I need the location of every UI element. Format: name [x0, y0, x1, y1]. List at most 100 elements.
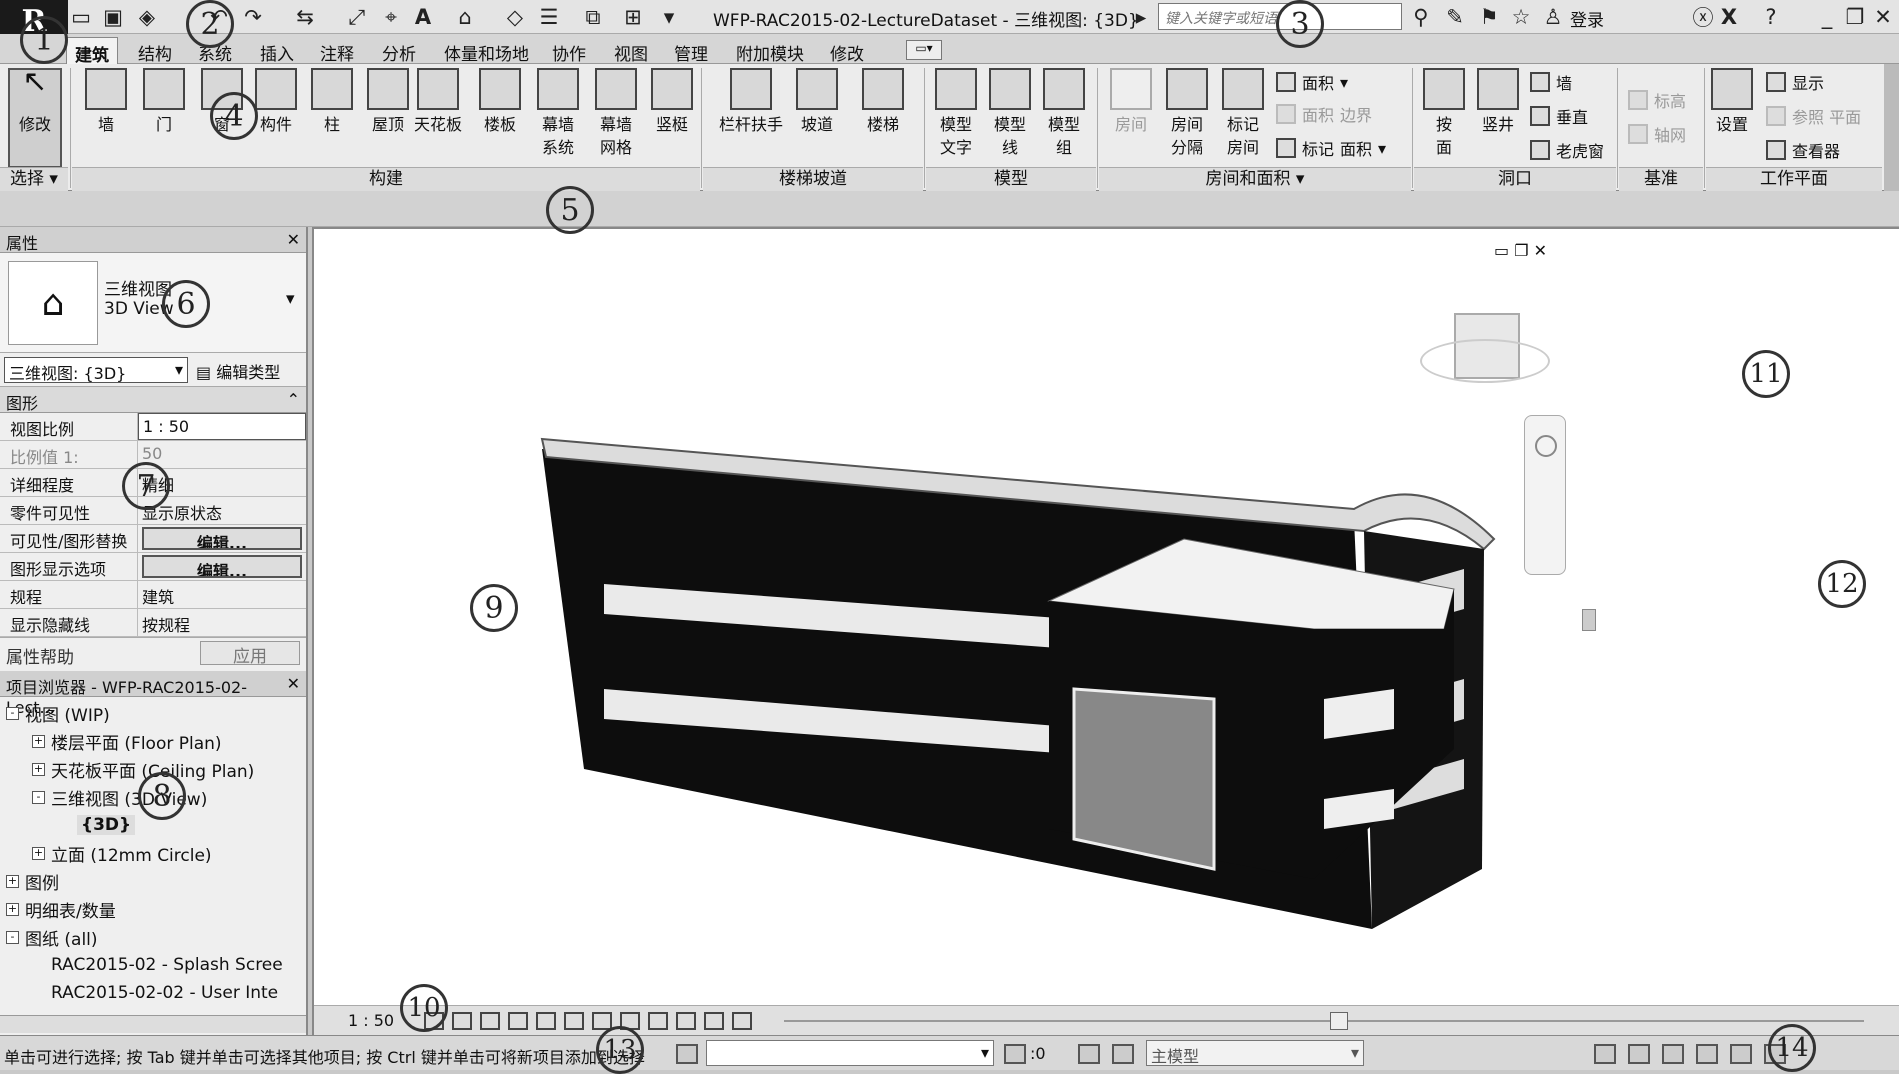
- edit-type-button[interactable]: ▤ 编辑类型: [196, 359, 280, 383]
- title-arrow-icon[interactable]: ▸: [1128, 4, 1154, 30]
- room-separator-button[interactable]: 房间 分隔: [1160, 68, 1214, 172]
- section-icon[interactable]: ◇: [502, 4, 528, 30]
- viewcube-ring[interactable]: [1420, 339, 1550, 383]
- panel-select[interactable]: 选择 ▾: [0, 167, 68, 191]
- close-hidden-icon[interactable]: ⧉: [580, 4, 606, 30]
- tab-architecture[interactable]: 建筑: [66, 37, 118, 66]
- open-icon[interactable]: ▭: [68, 4, 94, 30]
- steering-wheel-icon[interactable]: [1535, 435, 1557, 457]
- design-options-icon[interactable]: [1078, 1044, 1100, 1064]
- properties-help-link[interactable]: 属性帮助: [6, 643, 74, 668]
- type-selector[interactable]: ⌂ 三维视图 3D View ▾: [0, 253, 306, 353]
- login-link[interactable]: 登录: [1570, 6, 1604, 31]
- by-face-button[interactable]: 按面: [1418, 68, 1470, 172]
- analytical-model-icon[interactable]: [732, 1012, 752, 1030]
- crop-view-icon[interactable]: [564, 1012, 584, 1030]
- tree-item[interactable]: + 立面 (12mm Circle): [4, 839, 302, 867]
- collapse-icon[interactable]: -: [32, 790, 45, 804]
- tab-addins[interactable]: 附加模块: [728, 37, 812, 65]
- mullion-button[interactable]: 竖梃: [644, 68, 700, 172]
- model-group-button[interactable]: 模型组: [1038, 68, 1090, 172]
- room-button[interactable]: 房间: [1104, 68, 1158, 172]
- select-underlay-icon[interactable]: [1628, 1044, 1650, 1064]
- redo-icon[interactable]: ↷: [240, 4, 266, 30]
- expand-icon[interactable]: +: [32, 846, 45, 860]
- group-graphics[interactable]: 图形 ⌃: [0, 387, 306, 413]
- modify-button[interactable]: ↖ 修改: [8, 67, 62, 168]
- dimension-icon[interactable]: ⤢: [344, 4, 370, 30]
- tree-item[interactable]: + 图例: [4, 867, 302, 895]
- tab-collaborate[interactable]: 协作: [544, 37, 594, 65]
- wall-opening-button[interactable]: 墙: [1530, 68, 1572, 96]
- subscription-icon[interactable]: ✎: [1442, 4, 1468, 30]
- user-icon[interactable]: ♙: [1540, 4, 1566, 30]
- area-button[interactable]: 面积 ▾: [1276, 68, 1348, 96]
- tree-item[interactable]: RAC2015-02-02 - User Inte: [4, 979, 302, 1007]
- tab-analyze[interactable]: 分析: [374, 37, 424, 65]
- editable-icon[interactable]: [676, 1044, 698, 1064]
- set-workplane-button[interactable]: 设置: [1708, 68, 1756, 172]
- grid-button[interactable]: 轴网: [1628, 120, 1686, 148]
- tag-area-button[interactable]: 标记 面积 ▾: [1276, 134, 1386, 162]
- ribbon-toggle-icon[interactable]: ▭▾: [906, 40, 942, 60]
- close-browser-icon[interactable]: ✕: [287, 674, 300, 693]
- expand-icon[interactable]: +: [6, 874, 19, 888]
- tab-modify[interactable]: 修改: [822, 37, 872, 65]
- area-boundary-button[interactable]: 面积 边界: [1276, 100, 1372, 128]
- tree-item[interactable]: - 图纸 (all): [4, 923, 302, 951]
- dormer-opening-button[interactable]: 老虎窗: [1530, 136, 1604, 164]
- 3d-view-icon[interactable]: ⌂: [452, 4, 478, 30]
- view-scale[interactable]: 1 : 50: [348, 1011, 394, 1030]
- favorites-icon[interactable]: ☆: [1508, 4, 1534, 30]
- column-button[interactable]: 柱: [304, 68, 360, 172]
- help-icon[interactable]: ?: [1758, 4, 1784, 30]
- tree-item[interactable]: RAC2015-02 - Splash Scree: [4, 951, 302, 979]
- save-icon[interactable]: ▣: [100, 4, 126, 30]
- measure-icon[interactable]: ⇆: [292, 4, 318, 30]
- hscroll-thumb[interactable]: [1330, 1012, 1348, 1030]
- view-selector[interactable]: 三维视图: {3D} ▾: [4, 357, 188, 383]
- hide-isolate-icon[interactable]: [648, 1012, 668, 1030]
- property-value[interactable]: 50: [138, 441, 306, 468]
- collapse-icon[interactable]: -: [6, 930, 19, 944]
- tag-room-button[interactable]: 标记 房间: [1216, 68, 1270, 172]
- property-value[interactable]: 按规程: [138, 609, 306, 636]
- property-value[interactable]: 编辑...: [142, 527, 302, 550]
- roof-button[interactable]: 屋顶: [360, 68, 416, 172]
- view-window-controls[interactable]: ▭ ❐ ✕: [1494, 241, 1547, 260]
- reveal-hidden-icon[interactable]: [676, 1012, 696, 1030]
- drag-elements-icon[interactable]: [1730, 1044, 1752, 1064]
- close-properties-icon[interactable]: ✕: [287, 230, 300, 249]
- thin-lines-icon[interactable]: ☰: [536, 4, 562, 30]
- expand-icon[interactable]: +: [32, 762, 45, 776]
- binoculars-icon[interactable]: ⚲: [1408, 4, 1434, 30]
- level-button[interactable]: 标高: [1628, 86, 1686, 114]
- door-button[interactable]: 门: [136, 68, 192, 172]
- autodesk-icon[interactable]: X: [1716, 4, 1742, 30]
- hscroll-track[interactable]: [784, 1020, 1864, 1022]
- ribbon-scroll[interactable]: [1884, 64, 1899, 191]
- floor-button[interactable]: 楼板: [472, 68, 528, 172]
- tab-massing[interactable]: 体量和场地: [436, 37, 537, 65]
- collapse-icon[interactable]: -: [6, 706, 19, 720]
- tag-icon[interactable]: ⌖: [378, 4, 404, 30]
- ref-plane-button[interactable]: 参照 平面: [1766, 102, 1861, 130]
- tab-insert[interactable]: 插入: [252, 37, 302, 65]
- filter-icon[interactable]: [1004, 1044, 1026, 1064]
- text-icon[interactable]: A: [410, 4, 436, 30]
- curtain-system-button[interactable]: 幕墙 系统: [530, 68, 586, 172]
- select-pinned-icon[interactable]: [1662, 1044, 1684, 1064]
- select-by-face-icon[interactable]: [1696, 1044, 1718, 1064]
- model-text-button[interactable]: 模型 文字: [930, 68, 982, 172]
- vertical-opening-button[interactable]: 垂直: [1530, 102, 1588, 130]
- viewer-button[interactable]: 查看器: [1766, 136, 1840, 164]
- restore-icon[interactable]: ❐: [1842, 4, 1868, 30]
- drawing-area[interactable]: ▭ ❐ ✕: [312, 227, 1899, 1035]
- tree-item[interactable]: - 视图 (WIP): [4, 699, 302, 727]
- browser-hscroll[interactable]: [0, 1015, 306, 1033]
- design-option-dropdown[interactable]: 主模型 ▾: [1146, 1040, 1364, 1066]
- ceiling-button[interactable]: 天花板: [410, 68, 466, 172]
- ramp-button[interactable]: 坡道: [784, 68, 850, 172]
- scroll-thumb[interactable]: [1582, 609, 1596, 631]
- render-icon[interactable]: [536, 1012, 556, 1030]
